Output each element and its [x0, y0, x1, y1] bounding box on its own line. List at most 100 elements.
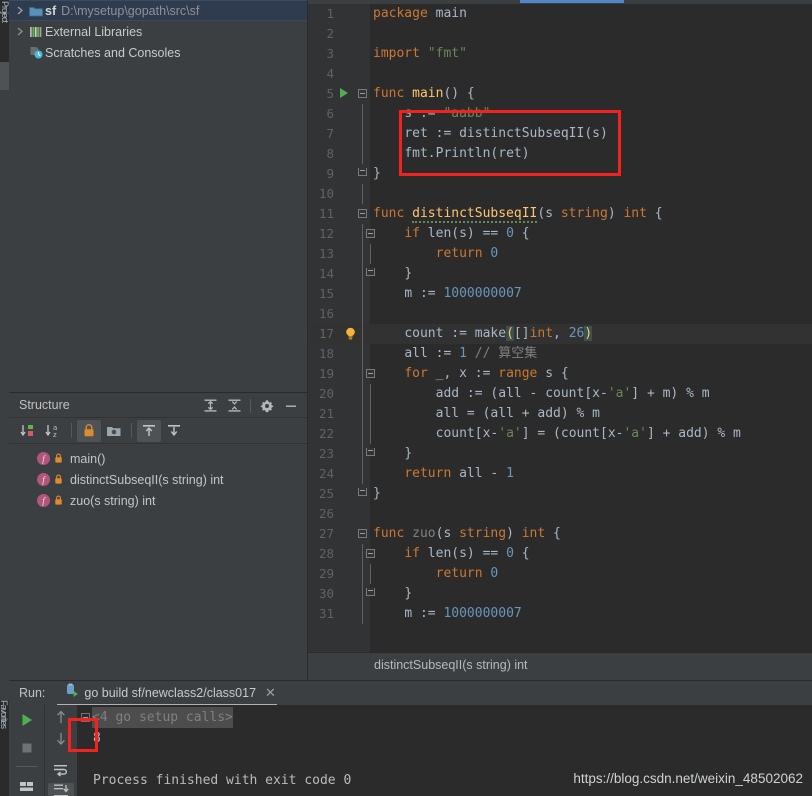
- gutter-marker[interactable]: [336, 444, 375, 464]
- chevron-right-icon[interactable]: [13, 27, 27, 36]
- gutter-marker[interactable]: [336, 464, 370, 484]
- fold-icon[interactable]: [358, 209, 367, 218]
- gutter-marker[interactable]: [336, 44, 370, 64]
- expand-all-icon[interactable]: [199, 395, 221, 417]
- tree-item-scratches[interactable]: Scratches and Consoles: [9, 42, 307, 63]
- structure-item-zuo[interactable]: f zuo(s string) int: [9, 490, 307, 511]
- fold-icon[interactable]: [366, 549, 375, 558]
- gutter-marker[interactable]: [336, 104, 370, 124]
- gutter-marker[interactable]: [336, 504, 370, 524]
- run-gutter-icon[interactable]: [340, 88, 348, 98]
- run-tab[interactable]: go build sf/newclass2/class017 ✕: [59, 681, 282, 705]
- code-line[interactable]: 4: [308, 64, 812, 84]
- code-line[interactable]: 11 func distinctSubseqII(s string) int {: [308, 204, 812, 224]
- fold-end-icon[interactable]: [358, 488, 367, 496]
- code-line[interactable]: 29 return 0: [308, 564, 812, 584]
- code-line[interactable]: 28 if len(s) == 0 {: [308, 544, 812, 564]
- code-line[interactable]: 25}: [308, 484, 812, 504]
- minimize-icon[interactable]: [280, 395, 302, 417]
- console-setup-line[interactable]: <4 go setup calls>: [77, 707, 812, 728]
- code-line[interactable]: 18 all := 1 // 算空集: [308, 344, 812, 364]
- code-line[interactable]: 27 func zuo(s string) int {: [308, 524, 812, 544]
- code-line[interactable]: 17 count := make([]int, 26): [308, 324, 812, 344]
- gear-icon[interactable]: [256, 395, 278, 417]
- code-line[interactable]: 12 if len(s) == 0 {: [308, 224, 812, 244]
- gutter-marker[interactable]: [336, 384, 371, 404]
- breadcrumb[interactable]: distinctSubseqII(s string) int: [308, 652, 812, 676]
- chevron-right-icon[interactable]: [13, 6, 27, 15]
- gutter-marker[interactable]: [336, 584, 375, 604]
- code-line[interactable]: 24 return all - 1: [308, 464, 812, 484]
- gutter-marker[interactable]: [336, 204, 370, 224]
- tree-item-sf[interactable]: sf D:\mysetup\gopath\src\sf: [9, 0, 307, 21]
- up-arrow-icon[interactable]: [48, 709, 74, 725]
- sort-by-visibility-icon[interactable]: [17, 420, 41, 442]
- fold-icon[interactable]: [358, 89, 367, 98]
- code-line[interactable]: 30 }: [308, 584, 812, 604]
- code-line[interactable]: 3 import "fmt": [308, 44, 812, 64]
- code-editor[interactable]: 1 package main 2 3 import "fmt" 4 5 func main()…: [308, 4, 812, 652]
- collapse-all-icon[interactable]: [223, 395, 245, 417]
- run-icon[interactable]: [14, 709, 40, 731]
- tree-item-external-libraries[interactable]: External Libraries: [9, 21, 307, 42]
- gutter-marker[interactable]: [336, 84, 370, 104]
- down-arrow-icon[interactable]: [48, 731, 74, 747]
- gutter-marker[interactable]: [336, 64, 370, 84]
- code-line[interactable]: 9}: [308, 164, 812, 184]
- code-line[interactable]: 10: [308, 184, 812, 204]
- gutter-marker[interactable]: [336, 144, 370, 164]
- vertical-tab-project[interactable]: Project: [0, 0, 9, 62]
- fold-end-icon[interactable]: [366, 268, 375, 276]
- show-non-public-icon[interactable]: [77, 419, 101, 442]
- scroll-to-end-icon[interactable]: [48, 783, 74, 796]
- gutter-marker[interactable]: [336, 344, 370, 364]
- vertical-tab-favorites[interactable]: Favorites: [0, 700, 9, 796]
- code-line[interactable]: 8 fmt.Println(ret): [308, 144, 812, 164]
- gutter-marker[interactable]: [336, 524, 370, 544]
- code-line[interactable]: 14 }: [308, 264, 812, 284]
- gutter-marker[interactable]: [336, 264, 375, 284]
- code-line[interactable]: 16: [308, 304, 812, 324]
- fold-icon[interactable]: [366, 369, 375, 378]
- gutter-marker[interactable]: [336, 364, 375, 384]
- fold-end-icon[interactable]: [366, 448, 375, 456]
- gutter-marker[interactable]: [336, 484, 370, 504]
- code-line[interactable]: 5 func main() {: [308, 84, 812, 104]
- code-line[interactable]: 2: [308, 24, 812, 44]
- group-by-file-icon[interactable]: [102, 420, 126, 442]
- code-lines[interactable]: 1 package main 2 3 import "fmt" 4 5 func main()…: [308, 4, 812, 652]
- code-line[interactable]: 31 m := 1000000007: [308, 604, 812, 624]
- fold-collapse-icon[interactable]: [81, 713, 90, 722]
- structure-item-distinctsubseqii[interactable]: f distinctSubseqII(s string) int: [9, 469, 307, 490]
- gutter-marker[interactable]: [336, 4, 370, 24]
- code-line[interactable]: 1 package main: [308, 4, 812, 24]
- gutter-marker[interactable]: [336, 604, 370, 624]
- gutter-marker[interactable]: [336, 424, 371, 444]
- fold-end-icon[interactable]: [358, 168, 367, 176]
- layout-icon[interactable]: [14, 775, 40, 796]
- fold-icon[interactable]: [358, 529, 367, 538]
- gutter-marker[interactable]: [336, 124, 370, 144]
- code-line[interactable]: 21 all = (all + add) % m: [308, 404, 812, 424]
- gutter-marker[interactable]: [336, 544, 375, 564]
- code-line[interactable]: 22 count[x-'a'] = (count[x-'a'] + add) %…: [308, 424, 812, 444]
- structure-item-main[interactable]: f main(): [9, 448, 307, 469]
- code-line[interactable]: 19 for _, x := range s {: [308, 364, 812, 384]
- code-line[interactable]: 13 return 0: [308, 244, 812, 264]
- gutter-marker[interactable]: [336, 304, 370, 324]
- code-line[interactable]: 7 ret := distinctSubseqII(s): [308, 124, 812, 144]
- sort-alphabetically-icon[interactable]: a z: [42, 420, 66, 442]
- gutter-marker[interactable]: [336, 164, 370, 184]
- code-line[interactable]: 6 s := "aabb": [308, 104, 812, 124]
- gutter-marker[interactable]: [336, 244, 371, 264]
- gutter-marker[interactable]: [336, 284, 370, 304]
- gutter-marker[interactable]: [336, 24, 370, 44]
- close-icon[interactable]: ✕: [261, 685, 276, 701]
- gutter-marker[interactable]: [336, 184, 370, 204]
- code-line[interactable]: 23 }: [308, 444, 812, 464]
- code-line[interactable]: 15 m := 1000000007: [308, 284, 812, 304]
- gutter-marker[interactable]: [336, 224, 375, 244]
- show-inherited-icon[interactable]: [137, 419, 161, 442]
- gutter-marker[interactable]: [336, 324, 370, 344]
- stop-icon[interactable]: [14, 737, 40, 759]
